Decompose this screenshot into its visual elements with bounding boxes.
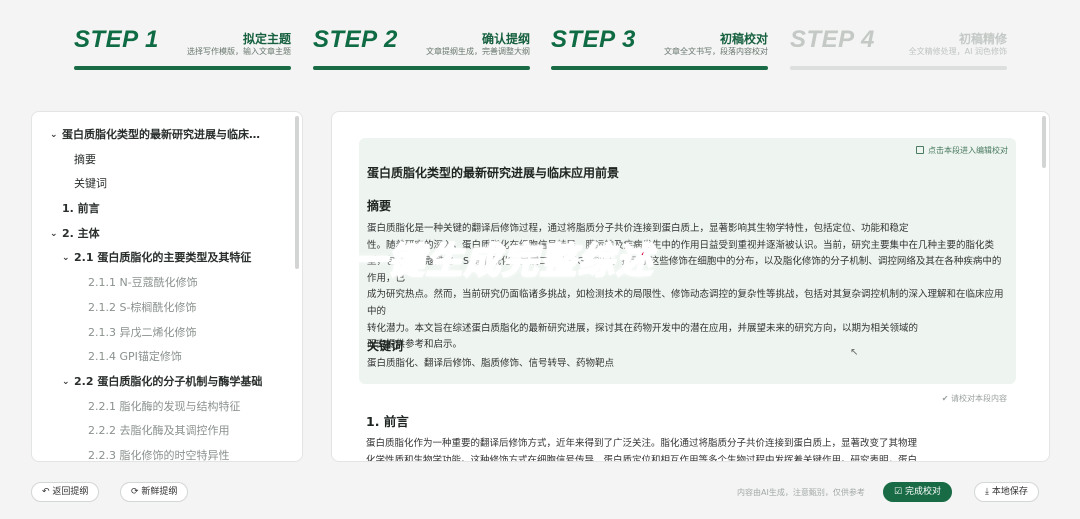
outline-item[interactable]: 2.1.3 异戊二烯化修饰 <box>32 326 302 351</box>
outline-item[interactable]: 2.1.4 GPI锚定修饰 <box>32 350 302 375</box>
outline-item[interactable]: ⌄ 2. 主体 <box>32 227 302 252</box>
download-icon: ⤓ <box>985 487 992 497</box>
keywords-heading: 关键词 <box>367 339 404 353</box>
step-bar <box>74 66 291 70</box>
step-subtitle: 选择写作模版，输入文章主题 <box>187 47 291 56</box>
step-subtitle: 全文精修处理，AI 润色修饰 <box>908 47 1007 56</box>
step-title: 初稿精修 <box>958 32 1007 46</box>
mouse-cursor-icon: ↖ <box>850 347 859 358</box>
document-scrollbar[interactable] <box>1042 116 1046 168</box>
step-title: 初稿校对 <box>719 32 768 46</box>
refresh-icon: ⟳ <box>131 487 142 497</box>
step-title: 确认提纲 <box>481 32 530 46</box>
intro-heading: 1. 前言 <box>366 414 409 429</box>
step-number: STEP 1 <box>74 26 159 53</box>
ai-disclaimer: 内容由AI生成，注意甄别，仅供参考 <box>737 488 865 497</box>
chevron-down-icon[interactable]: ⌄ <box>50 129 58 142</box>
step-2[interactable]: STEP 2 确认提纲 文章提纲生成，完善调整大纲 <box>313 26 530 72</box>
outline-item[interactable]: 2.2.3 脂化修饰的时空特异性 <box>32 449 302 461</box>
chevron-down-icon[interactable]: ⌄ <box>62 252 70 265</box>
check-icon: ☑ <box>894 487 905 497</box>
step-number: STEP 2 <box>313 26 398 53</box>
outline-item[interactable]: 2.2.1 脂化酶的发现与结构特征 <box>32 400 302 425</box>
edit-hint[interactable]: 点击本段进入编辑校对 <box>916 145 1008 156</box>
abstract-heading: 摘要 <box>367 199 392 213</box>
app-window: STEP 1 拟定主题 选择写作模版，输入文章主题 STEP 2 确认提纲 文章… <box>0 0 1080 519</box>
step-bar <box>790 66 1007 70</box>
outline-item[interactable]: ⌄ 蛋白质脂化类型的最新研究进展与临床… <box>32 128 302 153</box>
step-number: STEP 4 <box>790 26 875 53</box>
step-title: 拟定主题 <box>242 32 291 46</box>
outline-item[interactable]: 摘要 <box>32 153 302 178</box>
outline-item[interactable]: 1. 前言 <box>32 202 302 227</box>
step-subtitle: 文章全文书写，段落内容校对 <box>664 47 768 56</box>
promo-overlay-text: 一键生成完整综述 <box>349 240 655 283</box>
check-hint[interactable]: ✔ 请校对本段内容 <box>942 393 1007 404</box>
step-number: STEP 3 <box>551 26 636 53</box>
outline-item[interactable]: 2.1.1 N-豆蔻酰化修饰 <box>32 276 302 301</box>
step-3[interactable]: STEP 3 初稿校对 文章全文书写，段落内容校对 <box>551 26 768 72</box>
step-1[interactable]: STEP 1 拟定主题 选择写作模版，输入文章主题 <box>74 26 291 72</box>
chevron-down-icon[interactable]: ⌄ <box>50 228 58 241</box>
document-title: 蛋白质脂化类型的最新研究进展与临床应用前景 <box>367 166 620 180</box>
step-bar <box>313 66 530 70</box>
outline-scrollbar[interactable] <box>295 116 299 269</box>
step-bar <box>551 66 768 70</box>
save-local-button[interactable]: ⤓ 本地保存 <box>974 482 1039 502</box>
check-circle-icon: ✔ <box>941 394 951 403</box>
outline-tree: ⌄ 蛋白质脂化类型的最新研究进展与临床… 摘要 关键词 1. 前言 ⌄ 2. 主体 … <box>32 112 302 461</box>
step-4[interactable]: STEP 4 初稿精修 全文精修处理，AI 润色修饰 <box>790 26 1007 72</box>
intro-text: 蛋白质脂化作为一种重要的翻译后修饰方式，近年来得到了广泛关注。脂化通过将脂质分子… <box>366 438 918 462</box>
outline-panel: ⌄ 蛋白质脂化类型的最新研究进展与临床… 摘要 关键词 1. 前言 ⌄ 2. 主体 … <box>31 111 303 462</box>
edit-icon <box>916 146 924 154</box>
outline-item[interactable]: 关键词 <box>32 177 302 202</box>
step-progress: STEP 1 拟定主题 选择写作模版，输入文章主题 STEP 2 确认提纲 文章… <box>74 26 1034 72</box>
keywords-text: 蛋白质脂化、翻译后修饰、脂质修饰、信号转导、药物靶点 <box>367 358 615 369</box>
outline-item[interactable]: 2.1.2 S-棕榈酰化修饰 <box>32 301 302 326</box>
step-subtitle: 文章提纲生成，完善调整大纲 <box>426 47 530 56</box>
finish-proofread-button[interactable]: ☑ 完成校对 <box>883 482 952 502</box>
chevron-down-icon[interactable]: ⌄ <box>62 376 70 389</box>
outline-item[interactable]: ⌄ 2.1 蛋白质脂化的主要类型及其特征 <box>32 251 302 276</box>
outline-item[interactable]: ⌄ 2.2 蛋白质脂化的分子机制与酶学基础 <box>32 375 302 400</box>
back-arrow-icon: ↶ <box>42 487 53 497</box>
outline-item[interactable]: 2.2.2 去脂化酶及其调控作用 <box>32 424 302 449</box>
back-to-outline-button[interactable]: ↶ 返回提纲 <box>31 482 100 502</box>
document-panel: 点击本段进入编辑校对 蛋白质脂化类型的最新研究进展与临床应用前景 摘要 蛋白质脂… <box>331 111 1050 462</box>
refresh-outline-button[interactable]: ⟳ 新鲜提纲 <box>120 482 189 502</box>
